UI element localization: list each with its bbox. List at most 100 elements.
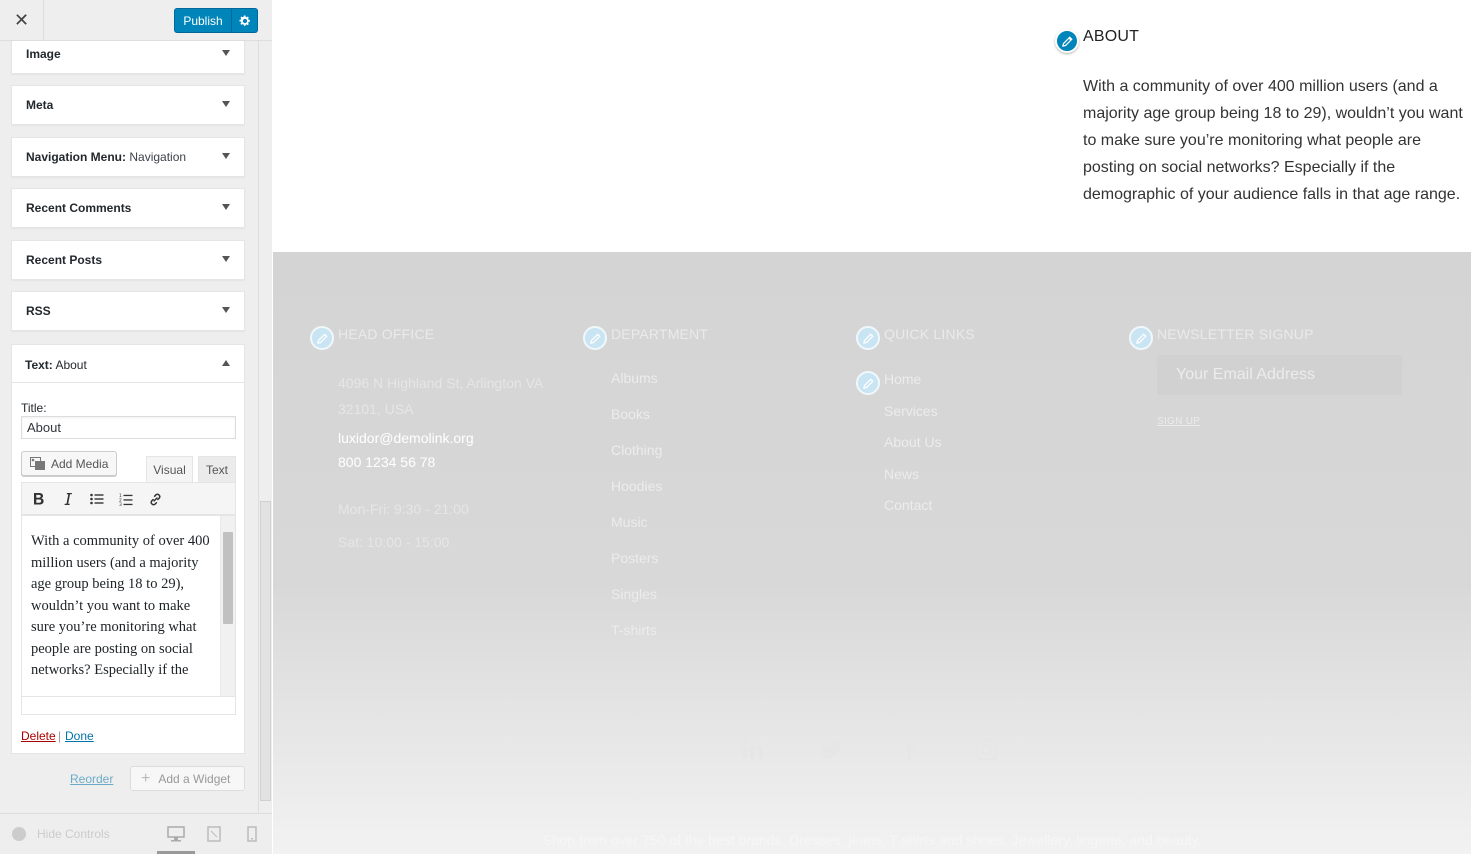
footer-phone: 800 1234 56 78 bbox=[338, 454, 436, 470]
editor-text: With a community of over 400 million use… bbox=[31, 533, 210, 678]
widget-subtitle: About bbox=[52, 358, 87, 372]
footer-hours-saturday: Sat: 10:00 - 15:00 bbox=[338, 534, 450, 550]
widget-title: Image bbox=[26, 47, 61, 61]
edit-shortcut-about[interactable] bbox=[1055, 29, 1079, 53]
widget-title: Recent Comments bbox=[26, 201, 132, 215]
sidebar-scrollbar-thumb[interactable] bbox=[260, 501, 271, 801]
widget-subtitle: Navigation bbox=[126, 150, 187, 164]
title-label: Title: bbox=[21, 401, 47, 415]
footer-quick-link[interactable]: News bbox=[884, 466, 942, 498]
social-links bbox=[741, 738, 1001, 766]
footer-department-link[interactable]: Music bbox=[611, 514, 662, 550]
footer-quick-links-list: Home Services About Us News Contact bbox=[884, 371, 942, 529]
footer-department-link[interactable]: Books bbox=[611, 406, 662, 442]
widget-title: Text: bbox=[25, 358, 53, 372]
widget-rss[interactable]: RSS bbox=[11, 291, 245, 331]
footer-quick-link[interactable]: About Us bbox=[884, 434, 942, 466]
bulleted-list-button[interactable] bbox=[85, 487, 109, 511]
numbered-list-button[interactable]: 123 bbox=[114, 487, 138, 511]
footer-email-link[interactable]: luxidor@demolink.org bbox=[338, 425, 474, 451]
footer-tagline: Shop from over 750 of the best brands. D… bbox=[542, 832, 1202, 848]
close-button[interactable]: ✕ bbox=[0, 0, 44, 41]
add-widget-label: Add a Widget bbox=[158, 771, 231, 786]
gear-icon bbox=[238, 14, 250, 26]
footer-department-link[interactable]: Posters bbox=[611, 550, 662, 586]
footer-address-line2: 32101, USA bbox=[338, 401, 414, 417]
hide-controls-icon bbox=[12, 827, 26, 841]
editor-scrollbar-thumb[interactable] bbox=[223, 532, 233, 624]
edit-shortcut-head-office[interactable] bbox=[310, 326, 334, 350]
add-widget-button[interactable]: + Add a Widget bbox=[130, 766, 245, 791]
pencil-icon bbox=[1135, 332, 1147, 344]
widget-list: Image Meta Navigation Menu: Navigation R… bbox=[0, 41, 258, 813]
hide-controls-label: Hide Controls bbox=[37, 827, 110, 841]
italic-icon bbox=[64, 493, 72, 505]
reorder-link[interactable]: Reorder bbox=[70, 772, 113, 786]
widget-navigation-menu[interactable]: Navigation Menu: Navigation bbox=[11, 137, 245, 177]
footer-quick-link[interactable]: Home bbox=[884, 371, 942, 403]
title-input[interactable] bbox=[21, 416, 236, 439]
edit-shortcut-department[interactable] bbox=[583, 326, 607, 350]
expand-arrow-icon bbox=[222, 50, 230, 56]
newsletter-signup-link[interactable]: SIGN UP bbox=[1157, 416, 1200, 427]
italic-button[interactable] bbox=[56, 487, 80, 511]
widget-meta[interactable]: Meta bbox=[11, 85, 245, 125]
add-media-button[interactable]: Add Media bbox=[21, 451, 117, 476]
footer-department-link[interactable]: Albums bbox=[611, 370, 662, 406]
widget-header[interactable]: Text: About bbox=[12, 345, 244, 383]
footer-quick-links-title: QUICK LINKS bbox=[884, 326, 975, 342]
collapse-arrow-icon bbox=[222, 360, 230, 366]
tab-visual[interactable]: Visual bbox=[146, 456, 193, 482]
footer-newsletter-title: NEWSLETTER SIGNUP bbox=[1157, 326, 1314, 342]
edit-shortcut-newsletter[interactable] bbox=[1129, 326, 1153, 350]
add-media-label: Add Media bbox=[51, 456, 109, 471]
footer-department-link[interactable]: Hoodies bbox=[611, 478, 662, 514]
footer-quick-link[interactable]: Services bbox=[884, 403, 942, 435]
link-separator: | bbox=[58, 729, 62, 743]
editor-scrollbar[interactable] bbox=[220, 516, 235, 696]
widget-image[interactable]: Image bbox=[11, 41, 245, 74]
svg-text:3: 3 bbox=[119, 502, 122, 506]
publish-button[interactable]: Publish bbox=[174, 8, 232, 33]
expand-arrow-icon bbox=[222, 307, 230, 313]
widget-title: Recent Posts bbox=[26, 253, 103, 267]
editor-resize-bar[interactable] bbox=[22, 696, 235, 714]
edit-shortcut-quick-links[interactable] bbox=[856, 326, 880, 350]
tablet-preview-icon[interactable] bbox=[205, 826, 223, 842]
sidebar-footer: Hide Controls bbox=[0, 813, 272, 854]
close-icon: ✕ bbox=[13, 10, 30, 30]
footer-department-link[interactable]: T-shirts bbox=[611, 622, 662, 658]
footer-hours-weekday: Mon-Fri: 9:30 - 21:00 bbox=[338, 501, 469, 517]
bold-icon bbox=[34, 493, 44, 505]
widget-recent-posts[interactable]: Recent Posts bbox=[11, 240, 245, 280]
delete-link[interactable]: Delete bbox=[21, 729, 56, 743]
insert-link-button[interactable] bbox=[143, 487, 167, 511]
desktop-preview-icon[interactable] bbox=[167, 826, 185, 842]
sidebar-header: ✕ Publish bbox=[0, 0, 272, 41]
hide-controls-button[interactable]: Hide Controls bbox=[12, 827, 110, 841]
bold-button[interactable] bbox=[27, 487, 51, 511]
footer-department-link[interactable]: Clothing bbox=[611, 442, 662, 478]
footer-quick-link[interactable]: Contact bbox=[884, 497, 942, 529]
edit-shortcut-quick-links-menu[interactable] bbox=[856, 371, 880, 395]
twitter-icon[interactable] bbox=[819, 738, 843, 762]
tab-text[interactable]: Text bbox=[198, 456, 236, 482]
bulleted-list-icon bbox=[90, 493, 104, 505]
widget-recent-comments[interactable]: Recent Comments bbox=[11, 188, 245, 228]
widget-title: Meta bbox=[26, 98, 54, 112]
editor-content-area[interactable]: With a community of over 400 million use… bbox=[21, 515, 236, 715]
pencil-icon bbox=[1061, 35, 1073, 47]
newsletter-email-input[interactable] bbox=[1157, 355, 1402, 395]
expand-arrow-icon bbox=[222, 101, 230, 107]
expand-arrow-icon bbox=[222, 153, 230, 159]
plus-icon: + bbox=[141, 769, 151, 787]
footer-department-link[interactable]: Singles bbox=[611, 586, 662, 622]
mobile-preview-icon[interactable] bbox=[243, 826, 261, 842]
linkedin-icon[interactable] bbox=[741, 738, 765, 762]
done-link[interactable]: Done bbox=[65, 729, 94, 743]
expand-arrow-icon bbox=[222, 204, 230, 210]
facebook-icon[interactable] bbox=[897, 738, 921, 762]
sidebar-scrollbar[interactable] bbox=[258, 41, 272, 813]
publish-settings-button[interactable] bbox=[231, 8, 258, 33]
instagram-icon[interactable] bbox=[975, 738, 999, 762]
